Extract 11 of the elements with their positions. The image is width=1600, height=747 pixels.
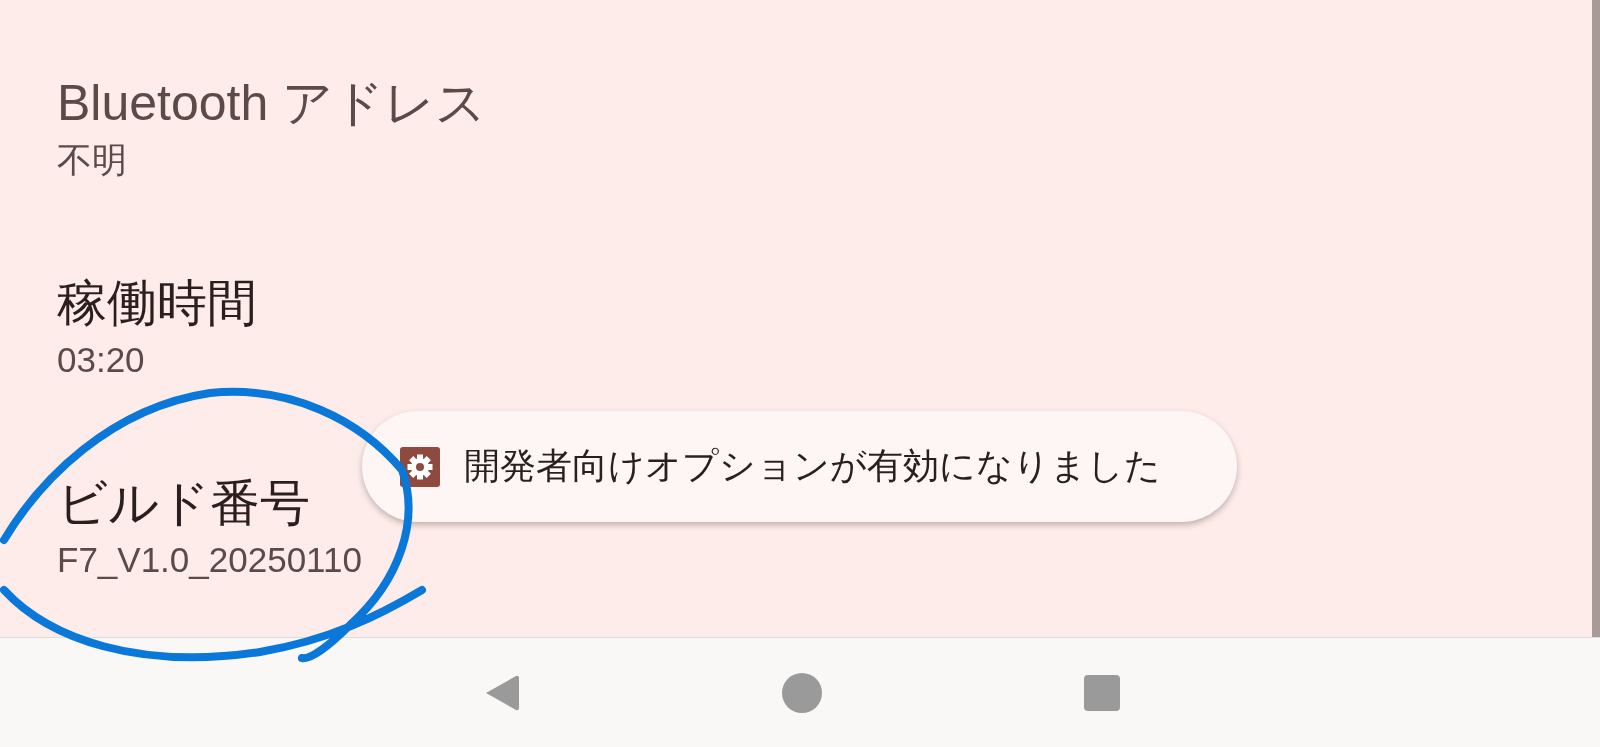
setting-title: ビルド番号: [57, 474, 311, 532]
back-icon[interactable]: [484, 673, 520, 712]
recents-icon[interactable]: [1084, 674, 1120, 711]
toast-message: 開発者向けオプションが有効になりました: [464, 444, 1161, 488]
setting-title: 稼働時間: [57, 274, 258, 332]
settings-icon: [400, 446, 440, 487]
setting-title: Bluetooth アドレス: [57, 74, 488, 132]
setting-value: 03:20: [57, 339, 146, 381]
setting-value: 不明: [57, 139, 128, 181]
setting-value: F7_V1.0_20250110: [57, 539, 363, 581]
home-icon[interactable]: [782, 672, 822, 713]
